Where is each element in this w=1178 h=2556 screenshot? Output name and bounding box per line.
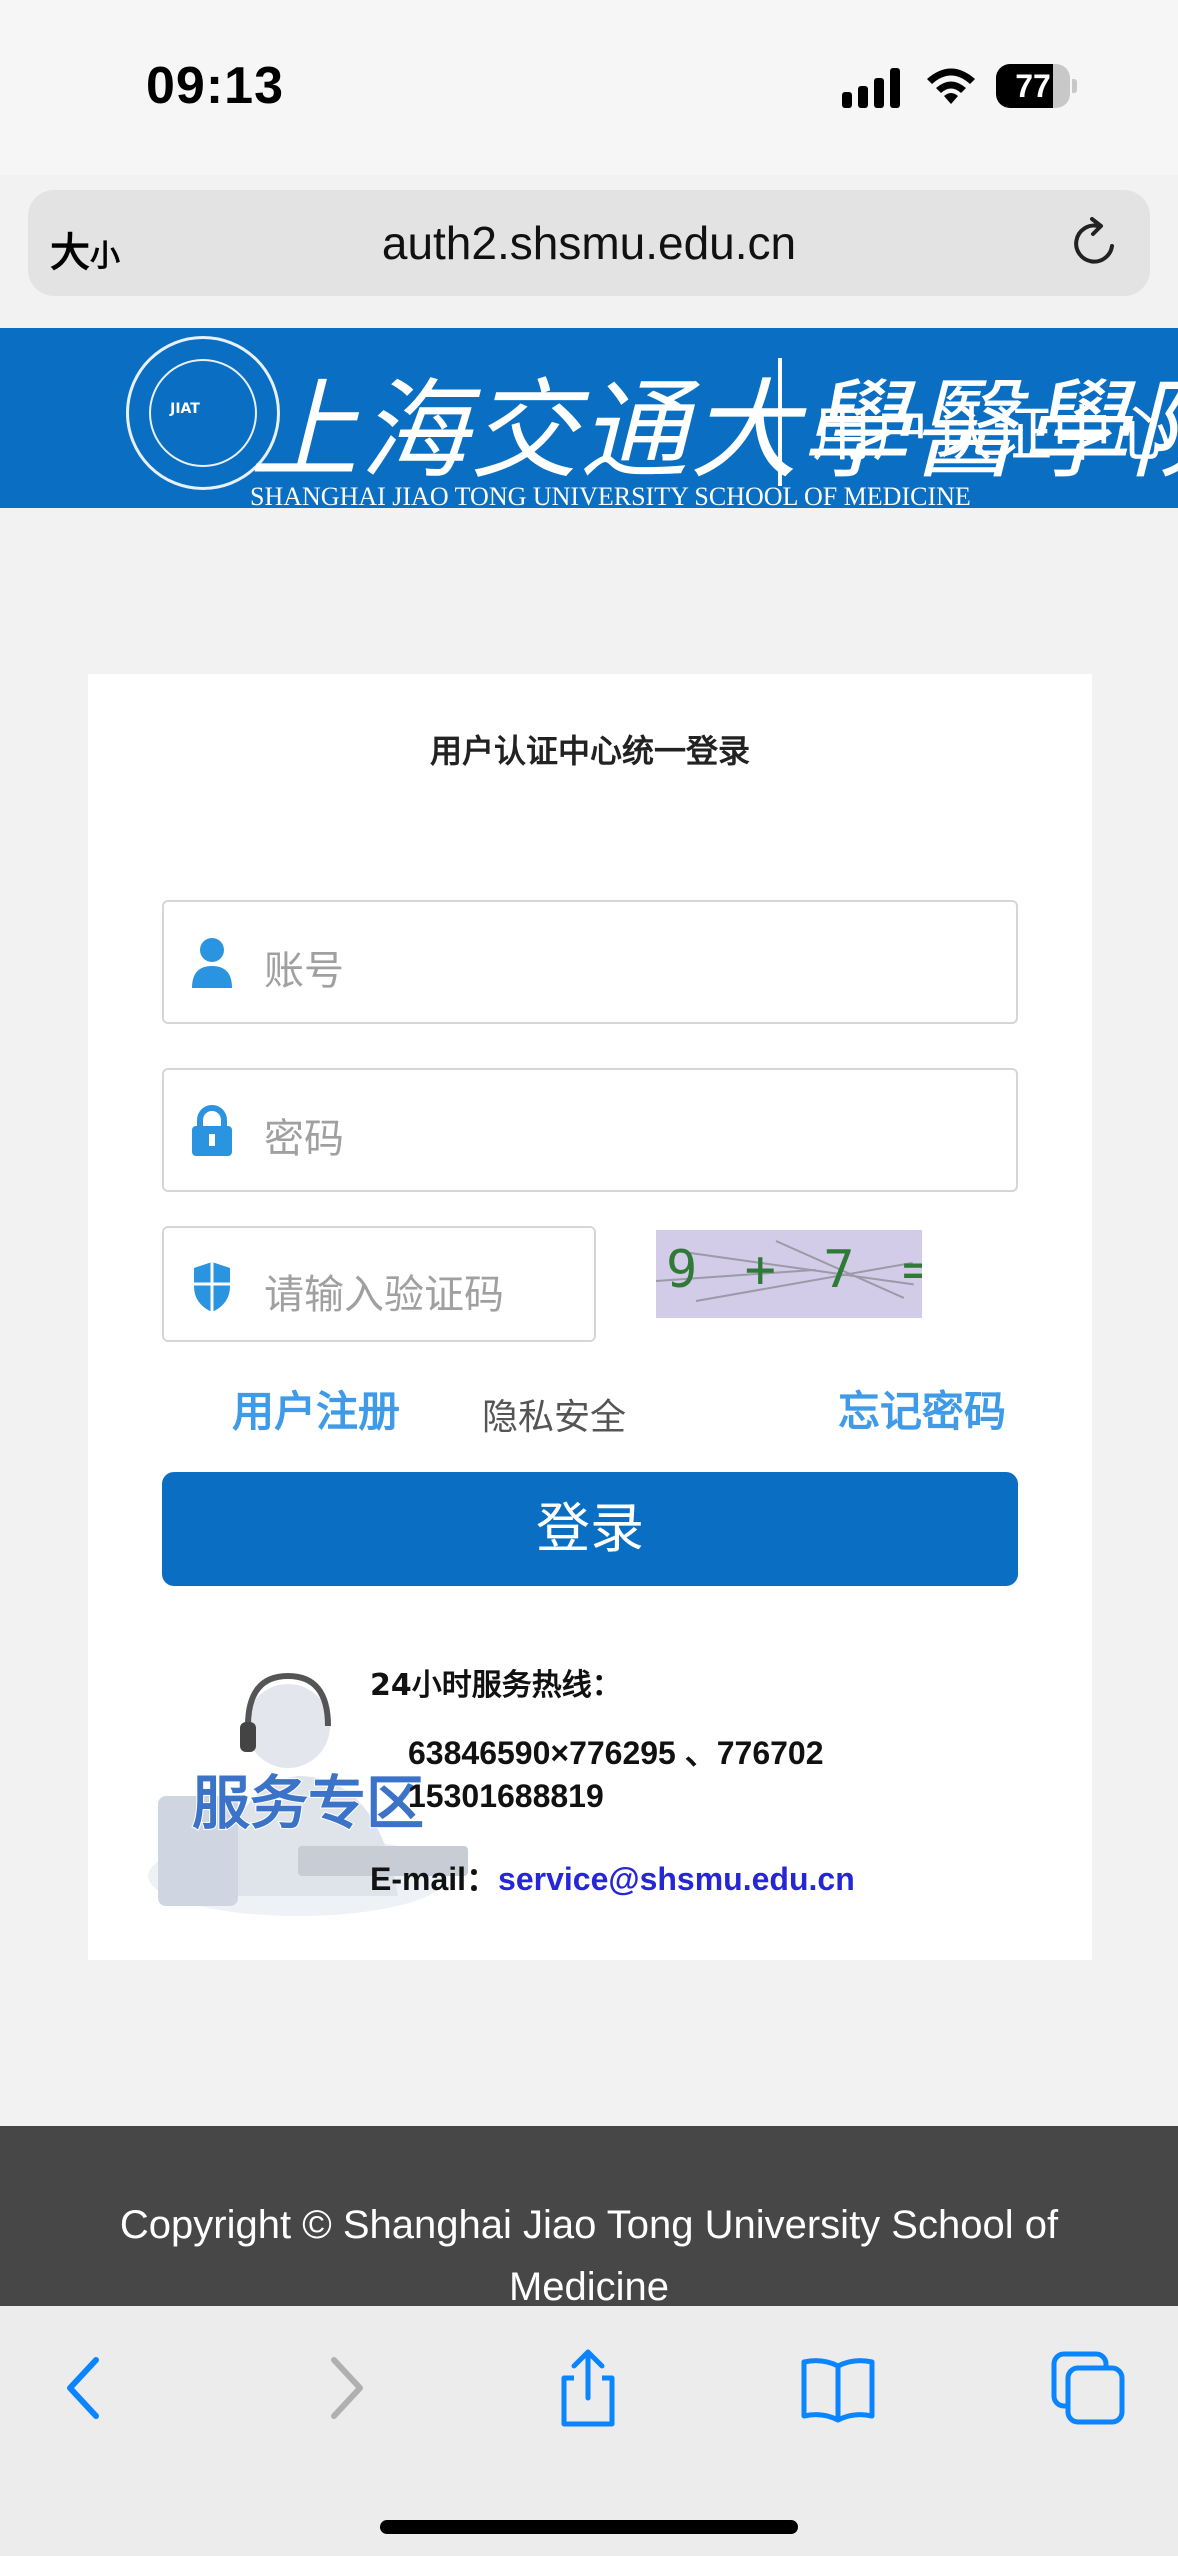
- service-area: 服务专区 24小时服务热线： 63846590×776295 、776702 1…: [148, 1646, 1048, 1936]
- hotline-heading: 24小时服务热线：: [370, 1668, 622, 1703]
- captcha-question: 9 + 7 = ?: [666, 1240, 922, 1300]
- email-label: E-mail：: [370, 1861, 499, 1897]
- tabs-icon[interactable]: [1048, 2348, 1128, 2428]
- lock-icon: [192, 1105, 232, 1156]
- banner-divider: [778, 358, 782, 486]
- captcha-field[interactable]: 请输入验证码: [162, 1226, 596, 1342]
- username-placeholder: 账号: [264, 948, 344, 994]
- service-email-link[interactable]: service@shsmu.edu.cn: [498, 1861, 855, 1897]
- back-icon[interactable]: [48, 2348, 128, 2428]
- footer: Copyright © Shanghai Jiao Tong Universit…: [0, 2126, 1178, 2310]
- wifi-icon: [927, 68, 975, 104]
- reload-icon[interactable]: [1068, 216, 1122, 270]
- service-badge: 服务专区: [191, 1768, 425, 1838]
- captcha-image[interactable]: 9 + 7 = ?: [656, 1230, 922, 1318]
- bookmarks-icon[interactable]: [798, 2348, 878, 2428]
- hotline-phone-1: 63846590×776295 、776702: [408, 1735, 824, 1771]
- username-field[interactable]: 账号: [162, 900, 1018, 1024]
- status-time: 09:13: [146, 57, 284, 115]
- signal-icon: [842, 68, 904, 108]
- captcha-placeholder: 请输入验证码: [264, 1272, 504, 1318]
- status-bar: 09:13 77: [0, 0, 1178, 175]
- forgot-password-link[interactable]: 忘记密码: [838, 1378, 1006, 1439]
- section-title: 用户认证中心: [812, 400, 1172, 470]
- copyright-text: Copyright © Shanghai Jiao Tong Universit…: [119, 2203, 1059, 2309]
- login-card: 用户认证中心统一登录 账号 密码 请输入验证码 9 + 7 = ? 用户注册 隐…: [88, 674, 1092, 1960]
- header-banner: JIAT 上海交通大學醫學院 SHANGHAI JIAO TONG UNIVER…: [0, 328, 1178, 508]
- url-text[interactable]: auth2.shsmu.edu.cn: [28, 216, 1150, 270]
- hotline-phone-2: 15301688819: [408, 1778, 604, 1814]
- privacy-link[interactable]: 隐私安全: [482, 1388, 626, 1440]
- home-indicator: [380, 2520, 798, 2534]
- school-name-en: SHANGHAI JIAO TONG UNIVERSITY SCHOOL OF …: [250, 482, 971, 508]
- service-email-line: E-mail：service@shsmu.edu.cn: [370, 1854, 855, 1900]
- browser-toolbar: [0, 2306, 1178, 2556]
- battery-level: 77: [1015, 68, 1051, 104]
- address-bar[interactable]: 大小 auth2.shsmu.edu.cn: [28, 190, 1150, 296]
- user-icon: [192, 938, 232, 988]
- login-title: 用户认证中心统一登录: [429, 732, 750, 770]
- password-placeholder: 密码: [264, 1116, 344, 1162]
- shield-icon: [194, 1262, 230, 1312]
- forward-icon[interactable]: [302, 2348, 382, 2428]
- share-icon[interactable]: [548, 2348, 628, 2428]
- battery-icon: 77: [996, 64, 1077, 108]
- password-field[interactable]: 密码: [162, 1068, 1018, 1192]
- register-link[interactable]: 用户注册: [232, 1378, 400, 1439]
- login-button[interactable]: 登录: [162, 1472, 1018, 1586]
